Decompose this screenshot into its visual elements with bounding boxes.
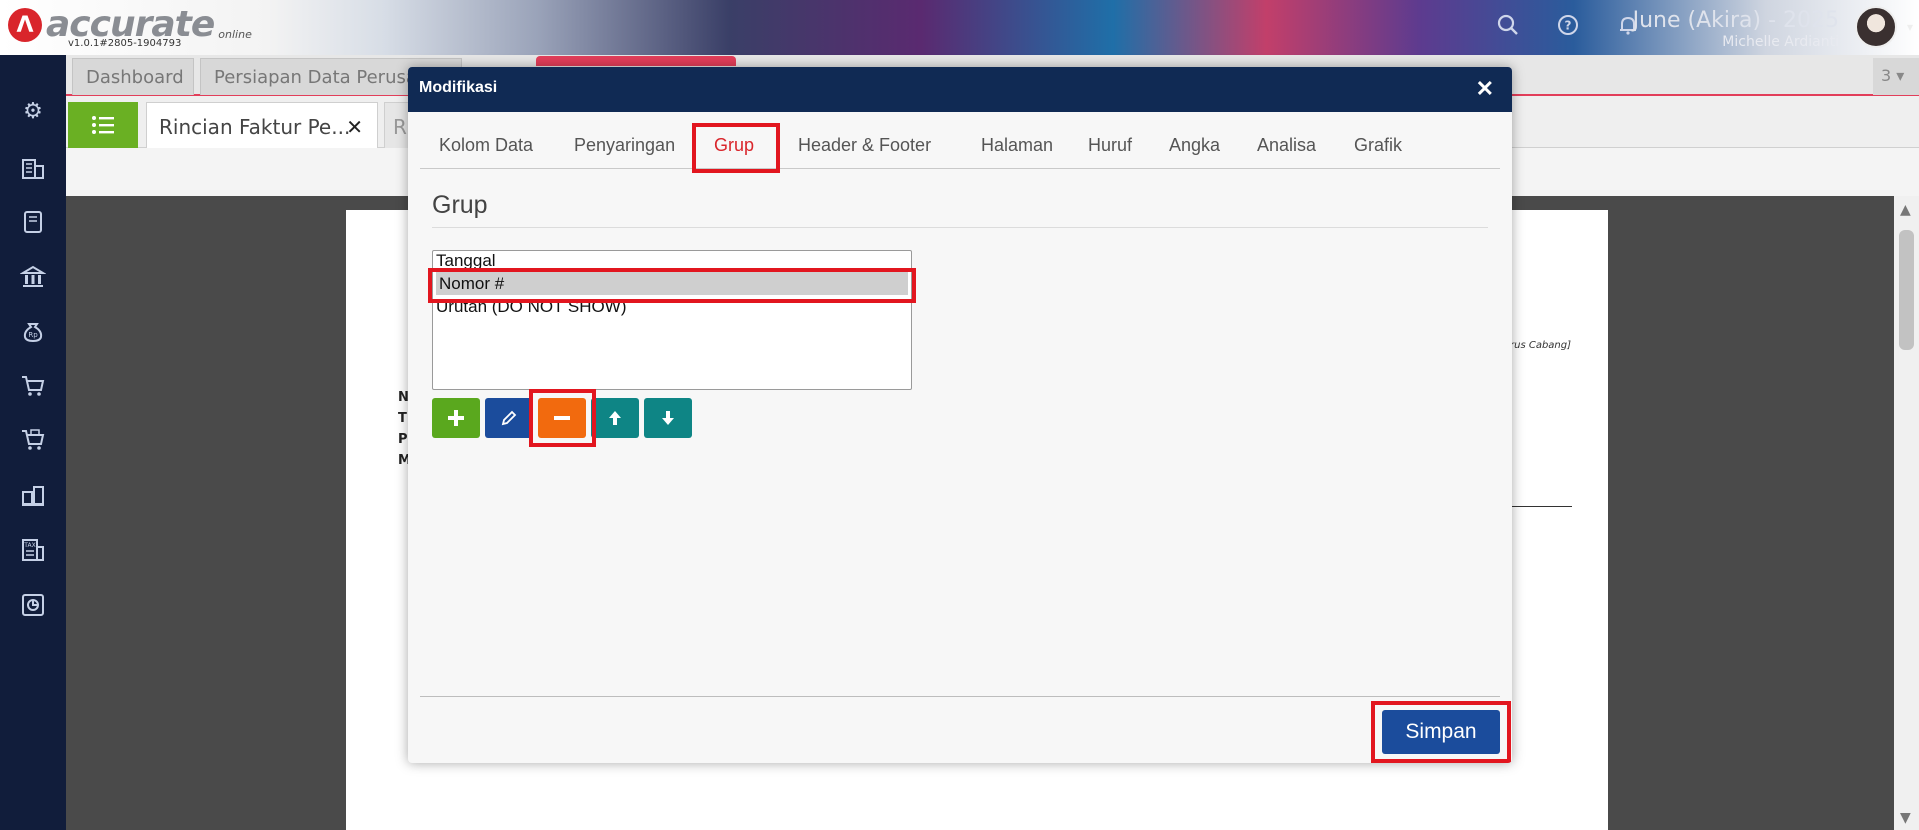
highlight-save-button bbox=[1371, 701, 1511, 763]
move-up-button[interactable] bbox=[591, 398, 639, 438]
user-info[interactable]: June (Akira) - 2025 Michelle Ardianti bbox=[1633, 8, 1839, 50]
section-title: Grup bbox=[432, 191, 488, 219]
tab-count-label: 3 bbox=[1881, 66, 1892, 85]
modify-dialog: Modifikasi ✕ Kolom Data Penyaringan Grup… bbox=[408, 67, 1512, 763]
doc-divider bbox=[1512, 506, 1572, 507]
chevron-down-icon[interactable]: ▾ bbox=[1907, 20, 1913, 34]
section-divider bbox=[432, 227, 1488, 228]
svg-text:TAX: TAX bbox=[23, 542, 35, 549]
tab-angka[interactable]: Angka bbox=[1169, 135, 1220, 156]
dialog-title: Modifikasi bbox=[419, 79, 498, 96]
arrow-up-icon bbox=[609, 411, 621, 425]
tax-icon[interactable]: TAX bbox=[17, 534, 49, 566]
cart-icon[interactable] bbox=[17, 370, 49, 402]
avatar[interactable] bbox=[1855, 6, 1897, 48]
tab-rincian-faktur[interactable]: Rincian Faktur Pe... ✕ bbox=[146, 102, 378, 148]
close-icon[interactable]: ✕ bbox=[346, 115, 363, 139]
sidebar: ⚙ Rp TAX bbox=[0, 55, 66, 830]
bank-icon[interactable] bbox=[17, 261, 49, 293]
ledger-icon[interactable] bbox=[17, 206, 49, 238]
doc-branch-text: rus Cabang] bbox=[1510, 340, 1572, 351]
tab-overflow-count[interactable]: 3 ▾ bbox=[1873, 58, 1919, 95]
app-version: v1.0.1#2805-1904793 bbox=[68, 38, 182, 49]
tab-huruf[interactable]: Huruf bbox=[1088, 135, 1132, 156]
vertical-scrollbar[interactable]: ▲ ▼ bbox=[1894, 196, 1919, 830]
period-label: June (Akira) - 2025 bbox=[1632, 8, 1839, 33]
doc-row-letter: P bbox=[398, 432, 408, 447]
tab-dashboard[interactable]: Dashboard bbox=[72, 58, 194, 95]
search-icon[interactable] bbox=[1495, 12, 1521, 38]
tab-analisa[interactable]: Analisa bbox=[1257, 135, 1316, 156]
tab-penyaringan[interactable]: Penyaringan bbox=[574, 135, 675, 156]
tab-halaman[interactable]: Halaman bbox=[981, 135, 1053, 156]
add-button[interactable] bbox=[432, 398, 480, 438]
inventory-icon[interactable] bbox=[17, 479, 49, 511]
svg-text:?: ? bbox=[1565, 19, 1572, 33]
list-menu-icon[interactable] bbox=[68, 102, 138, 148]
report-icon[interactable] bbox=[17, 589, 49, 621]
company-icon[interactable] bbox=[17, 151, 49, 183]
tab-grafik[interactable]: Grafik bbox=[1354, 135, 1402, 156]
tab-active-indicator[interactable] bbox=[536, 56, 736, 66]
footer-divider bbox=[420, 696, 1500, 697]
dialog-tabs: Kolom Data Penyaringan Grup Header & Foo… bbox=[420, 124, 1500, 169]
svg-text:Rp: Rp bbox=[28, 331, 38, 339]
money-bag-icon[interactable]: Rp bbox=[17, 315, 49, 347]
tab-rincian-label: Rincian Faktur Pe... bbox=[159, 115, 351, 139]
plus-icon bbox=[448, 410, 464, 426]
dialog-header: Modifikasi ✕ bbox=[408, 67, 1512, 112]
pencil-icon bbox=[501, 410, 517, 426]
edit-button[interactable] bbox=[485, 398, 533, 438]
move-down-button[interactable] bbox=[644, 398, 692, 438]
tab-kolom-data[interactable]: Kolom Data bbox=[439, 135, 533, 156]
highlight-tab-grup bbox=[692, 123, 780, 173]
scroll-down-icon[interactable]: ▼ bbox=[1900, 810, 1911, 826]
user-name: Michelle Ardianti bbox=[1722, 34, 1839, 50]
close-icon[interactable]: ✕ bbox=[1476, 76, 1494, 102]
help-icon[interactable]: ? bbox=[1555, 12, 1581, 38]
top-header: Λ accurate online v1.0.1#2805-1904793 ? … bbox=[0, 0, 1919, 55]
logo-mark-icon: Λ bbox=[8, 8, 42, 42]
purchase-icon[interactable] bbox=[17, 424, 49, 456]
gear-icon[interactable]: ⚙ bbox=[17, 95, 49, 127]
tab-header-footer[interactable]: Header & Footer bbox=[798, 135, 931, 156]
highlight-remove-button bbox=[529, 389, 596, 447]
highlight-selected-item bbox=[428, 268, 916, 303]
scroll-up-icon[interactable]: ▲ bbox=[1900, 202, 1911, 218]
doc-row-letter: T bbox=[398, 411, 407, 426]
logo-sub: online bbox=[218, 28, 252, 41]
arrow-down-icon bbox=[662, 411, 674, 425]
scroll-thumb[interactable] bbox=[1899, 230, 1914, 350]
